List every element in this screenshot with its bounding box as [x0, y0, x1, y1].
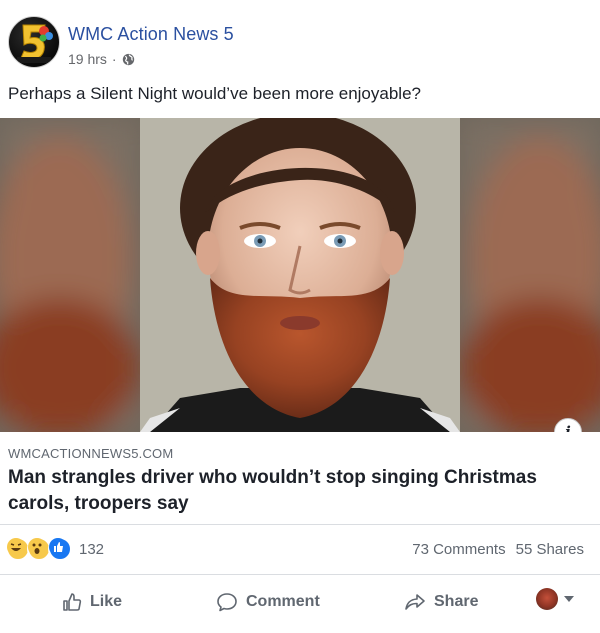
- post-stats: 73 Comments 55 Shares: [412, 541, 584, 558]
- caret-down-icon: [564, 596, 574, 602]
- link-preview[interactable]: WMCACTIONNEWS5.COM Man strangles driver …: [0, 432, 600, 524]
- globe-icon[interactable]: [122, 53, 135, 66]
- reaction-identity-selector[interactable]: [536, 588, 574, 610]
- link-headline[interactable]: Man strangles driver who wouldn’t stop s…: [8, 465, 578, 517]
- comment-label: Comment: [246, 593, 320, 610]
- comment-button[interactable]: Comment: [216, 582, 320, 622]
- comments-count-link[interactable]: 73 Comments: [412, 541, 505, 558]
- link-domain: WMCACTIONNEWS5.COM: [8, 446, 174, 461]
- share-button[interactable]: Share: [404, 582, 478, 622]
- share-label: Share: [434, 593, 479, 610]
- article-photo[interactable]: [0, 118, 600, 432]
- reaction-summary[interactable]: 132: [6, 537, 104, 561]
- reaction-count[interactable]: 132: [79, 541, 104, 558]
- user-avatar: [536, 588, 558, 610]
- post-caption: Perhaps a Silent Night would’ve been mor…: [8, 84, 421, 103]
- divider: [0, 574, 600, 575]
- speech-bubble-icon: [217, 593, 237, 612]
- meta-separator: ·: [111, 51, 117, 67]
- facebook-post: WMC Action News 5 19 hrs · Perhaps a Sil…: [0, 0, 600, 633]
- shares-count-link[interactable]: 55 Shares: [516, 541, 584, 558]
- share-arrow-icon: [405, 594, 425, 610]
- channel-5-logo-icon: [17, 24, 53, 63]
- post-header: WMC Action News 5 19 hrs ·: [8, 14, 588, 72]
- post-meta: 19 hrs ·: [68, 51, 135, 67]
- page-name-link[interactable]: WMC Action News 5: [68, 24, 234, 45]
- divider: [0, 524, 600, 525]
- thumbs-up-icon: [63, 593, 82, 611]
- post-timestamp[interactable]: 19 hrs: [68, 51, 107, 67]
- mugshot-image: [0, 118, 600, 432]
- page-avatar[interactable]: [8, 16, 60, 68]
- action-bar: Like Comment Share: [0, 582, 600, 622]
- like-icon: [48, 537, 72, 561]
- like-label: Like: [90, 593, 123, 610]
- like-button[interactable]: Like: [62, 582, 122, 622]
